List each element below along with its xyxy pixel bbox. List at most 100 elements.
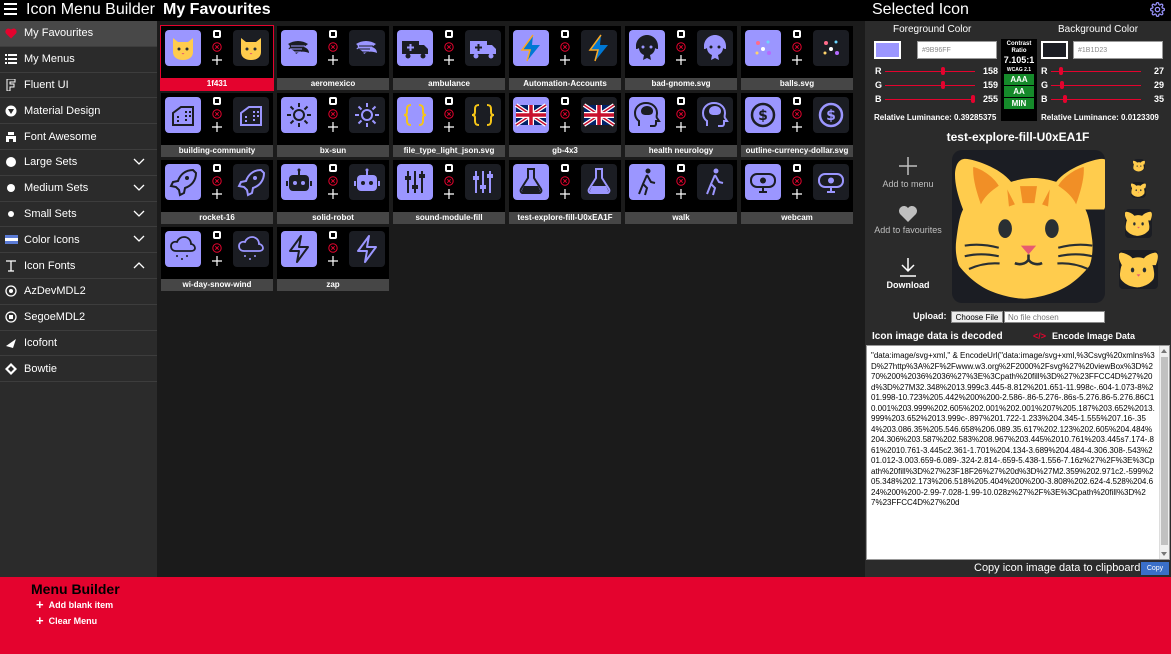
bg-blue-slider[interactable]: B 35	[1041, 94, 1166, 104]
choose-file-button[interactable]: Choose File	[951, 311, 1003, 323]
bad-gnome-icon[interactable]	[697, 30, 733, 66]
remove-icon[interactable]	[676, 176, 686, 186]
add-icon[interactable]	[444, 55, 454, 65]
zap-icon[interactable]	[281, 231, 317, 267]
rocket-icon[interactable]	[165, 164, 201, 200]
remove-icon[interactable]	[328, 176, 338, 186]
add-icon[interactable]	[560, 189, 570, 199]
favourite-card[interactable]: $ $ outline-currency-dollar.svg	[741, 93, 853, 157]
add-icon[interactable]	[212, 55, 222, 65]
sidebar-item-medium-sets[interactable]: Medium Sets	[0, 176, 157, 202]
sun-icon[interactable]	[281, 97, 317, 133]
clear-menu-button[interactable]: + Clear Menu	[36, 614, 97, 627]
foreground-hex-input[interactable]: #9B96FF	[917, 41, 997, 59]
add-to-favourites-button[interactable]: Add to favourites	[869, 205, 947, 235]
add-icon[interactable]	[444, 122, 454, 132]
remove-icon[interactable]	[212, 176, 222, 186]
sidebar-item-azdevmdl2[interactable]: AzDevMDL2	[0, 279, 157, 305]
balls-icon[interactable]	[745, 30, 781, 66]
add-icon[interactable]	[792, 122, 802, 132]
remove-icon[interactable]	[328, 109, 338, 119]
remove-icon[interactable]	[792, 176, 802, 186]
rocket-icon[interactable]	[233, 164, 269, 200]
remove-icon[interactable]	[560, 176, 570, 186]
sidebar-item-large-sets[interactable]: Large Sets	[0, 150, 157, 176]
sidebar-item-font-awesome[interactable]: Font Awesome	[0, 124, 157, 150]
add-to-menu-button[interactable]: Add to menu	[869, 155, 947, 189]
chevron-up-icon[interactable]	[133, 260, 145, 270]
favourite-card[interactable]: Automation-Accounts	[509, 26, 621, 90]
remove-icon[interactable]	[444, 176, 454, 186]
add-icon[interactable]	[212, 122, 222, 132]
favourite-card[interactable]: health neurology	[625, 93, 737, 157]
add-icon[interactable]	[676, 55, 686, 65]
building-icon[interactable]	[165, 97, 201, 133]
download-button[interactable]: Download	[869, 256, 947, 290]
sidebar-item-segoemdl2[interactable]: SegoeMDL2	[0, 305, 157, 331]
remove-icon[interactable]	[444, 42, 454, 52]
favourite-card[interactable]: sound-module-fill	[393, 160, 505, 224]
fg-blue-slider[interactable]: B 255	[875, 94, 1000, 104]
add-icon[interactable]	[328, 256, 338, 266]
sidebar-item-material-design[interactable]: Material Design	[0, 98, 157, 125]
add-icon[interactable]	[676, 189, 686, 199]
favourite-card[interactable]: bad-gnome.svg	[625, 26, 737, 90]
settings-gear-icon[interactable]	[1150, 2, 1165, 17]
image-data-textarea[interactable]: "data:image/svg+xml," & EncodeUrl("data:…	[866, 345, 1170, 560]
add-icon[interactable]	[212, 256, 222, 266]
weather-snow-icon[interactable]	[165, 231, 201, 267]
webcam-icon[interactable]	[813, 164, 849, 200]
sidebar-item-icon-fonts[interactable]: Icon Fonts	[0, 253, 157, 279]
sun-icon[interactable]	[349, 97, 385, 133]
add-icon[interactable]	[444, 189, 454, 199]
automation-bolt-icon[interactable]	[581, 30, 617, 66]
favourite-card[interactable]: ambulance	[393, 26, 505, 90]
robot-icon[interactable]	[349, 164, 385, 200]
bad-gnome-icon[interactable]	[629, 30, 665, 66]
uk-flag-icon[interactable]	[513, 97, 549, 133]
favourite-card[interactable]: walk	[625, 160, 737, 224]
scroll-thumb[interactable]	[1161, 357, 1168, 545]
scroll-up-icon[interactable]	[1161, 349, 1167, 353]
add-icon[interactable]	[212, 189, 222, 199]
chevron-down-icon[interactable]	[133, 209, 145, 219]
favourite-card[interactable]: wi-day-snow-wind	[161, 227, 273, 291]
sidebar-item-bowtie[interactable]: Bowtie	[0, 356, 157, 383]
favourite-card[interactable]: aeromexico	[277, 26, 389, 90]
remove-icon[interactable]	[328, 42, 338, 52]
favourite-card[interactable]: webcam	[741, 160, 853, 224]
head-brain-icon[interactable]	[629, 97, 665, 133]
copy-button[interactable]: Copy	[1141, 562, 1169, 575]
favourite-card[interactable]: zap	[277, 227, 389, 291]
remove-icon[interactable]	[676, 109, 686, 119]
background-swatch[interactable]	[1041, 41, 1068, 59]
flask-icon[interactable]	[581, 164, 617, 200]
sidebar-item-fluent-ui[interactable]: Fluent UI	[0, 73, 157, 99]
favourite-card[interactable]: balls.svg	[741, 26, 853, 90]
building-icon[interactable]	[233, 97, 269, 133]
cat-face-icon[interactable]	[165, 30, 201, 66]
favourite-card[interactable]: bx-sun	[277, 93, 389, 157]
scroll-down-icon[interactable]	[1161, 552, 1167, 556]
remove-icon[interactable]	[560, 109, 570, 119]
fg-red-slider[interactable]: R 158	[875, 66, 1000, 76]
add-icon[interactable]	[560, 55, 570, 65]
hamburger-menu-icon[interactable]	[4, 3, 17, 17]
favourite-card[interactable]: 1f431	[160, 25, 274, 91]
sidebar-item-color-icons[interactable]: Color Icons	[0, 227, 157, 254]
add-icon[interactable]	[328, 122, 338, 132]
bg-green-slider[interactable]: G 29	[1041, 80, 1166, 90]
add-icon[interactable]	[328, 55, 338, 65]
remove-icon[interactable]	[212, 243, 222, 253]
remove-icon[interactable]	[792, 109, 802, 119]
fg-green-slider[interactable]: G 159	[875, 80, 1000, 90]
ambulance-icon[interactable]	[465, 30, 501, 66]
cat-face-icon[interactable]	[233, 30, 269, 66]
automation-bolt-icon[interactable]	[513, 30, 549, 66]
zap-icon[interactable]	[349, 231, 385, 267]
remove-icon[interactable]	[328, 243, 338, 253]
aeromexico-icon[interactable]	[349, 30, 385, 66]
remove-icon[interactable]	[560, 42, 570, 52]
json-braces-icon[interactable]	[465, 97, 501, 133]
uk-flag-icon[interactable]	[581, 97, 617, 133]
